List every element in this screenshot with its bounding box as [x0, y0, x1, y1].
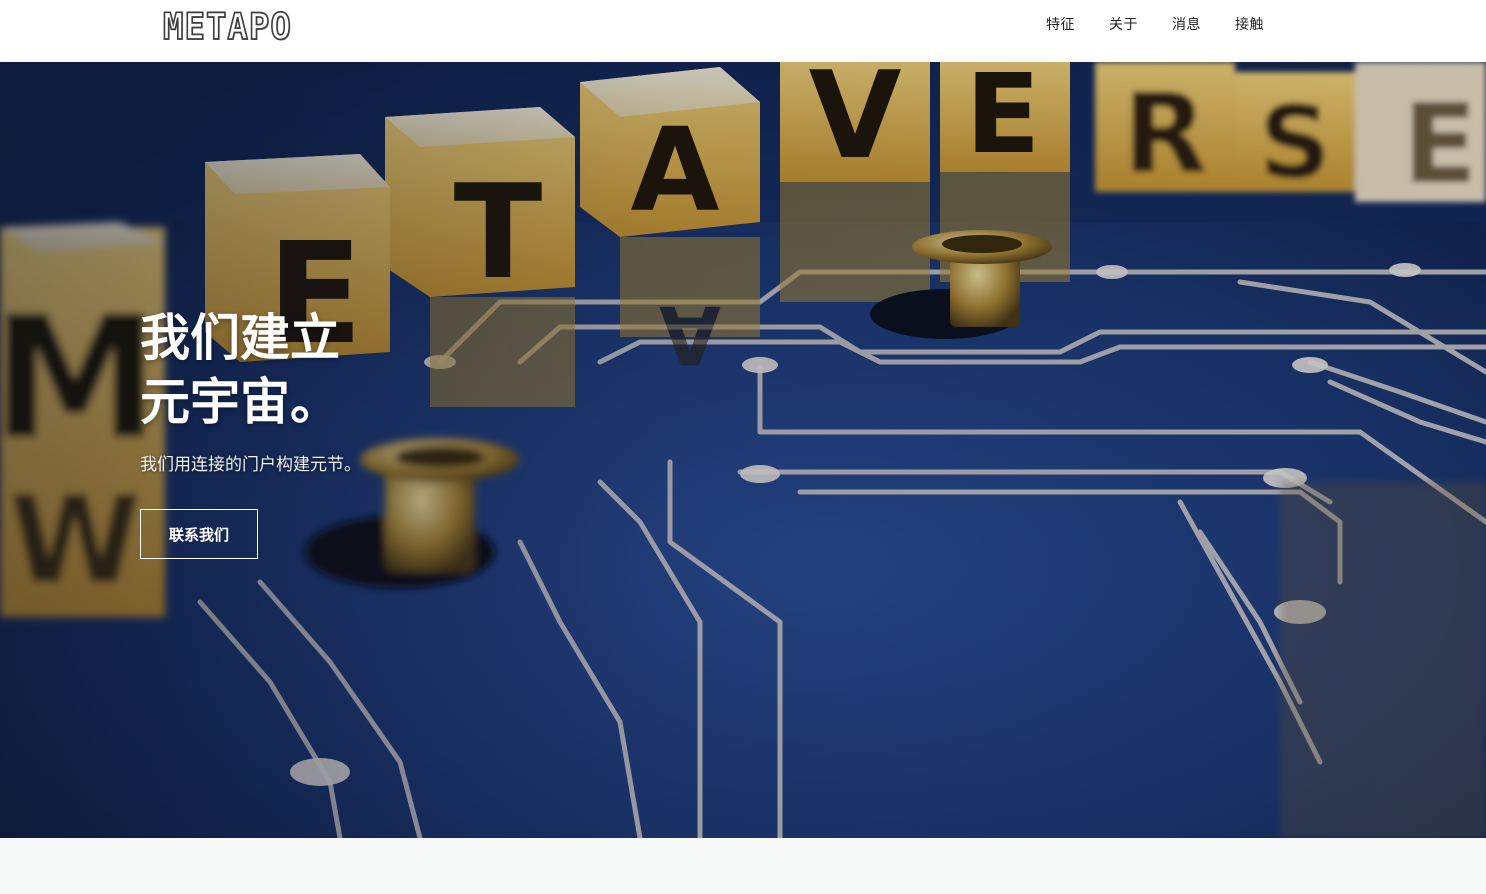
- nav-link-features[interactable]: 特征: [1046, 14, 1075, 34]
- hero-title-line-1: 我们建立: [140, 309, 340, 367]
- next-section: [0, 838, 1486, 894]
- site-logo[interactable]: METAPO: [162, 5, 292, 49]
- hero-subtitle: 我们用连接的门户构建元节。: [140, 455, 361, 475]
- nav-link-contact[interactable]: 接触: [1235, 14, 1264, 34]
- logo-wordmark: METAPO: [162, 5, 292, 49]
- contact-us-button[interactable]: 联系我们: [140, 509, 258, 559]
- hero-title-line-2: 元宇宙。: [140, 373, 340, 431]
- hero-section: R S E E V A T E: [0, 62, 1486, 838]
- hero-title: 我们建立 元宇宙。: [140, 306, 740, 434]
- site-header: METAPO 特征 关于 消息 接触: [0, 0, 1486, 62]
- nav-link-news[interactable]: 消息: [1172, 14, 1201, 34]
- nav-link-about[interactable]: 关于: [1109, 14, 1138, 34]
- hero-content: 我们建立 元宇宙。 我们用连接的门户构建元节。 联系我们: [140, 306, 740, 559]
- main-nav: 特征 关于 消息 接触: [1046, 0, 1264, 48]
